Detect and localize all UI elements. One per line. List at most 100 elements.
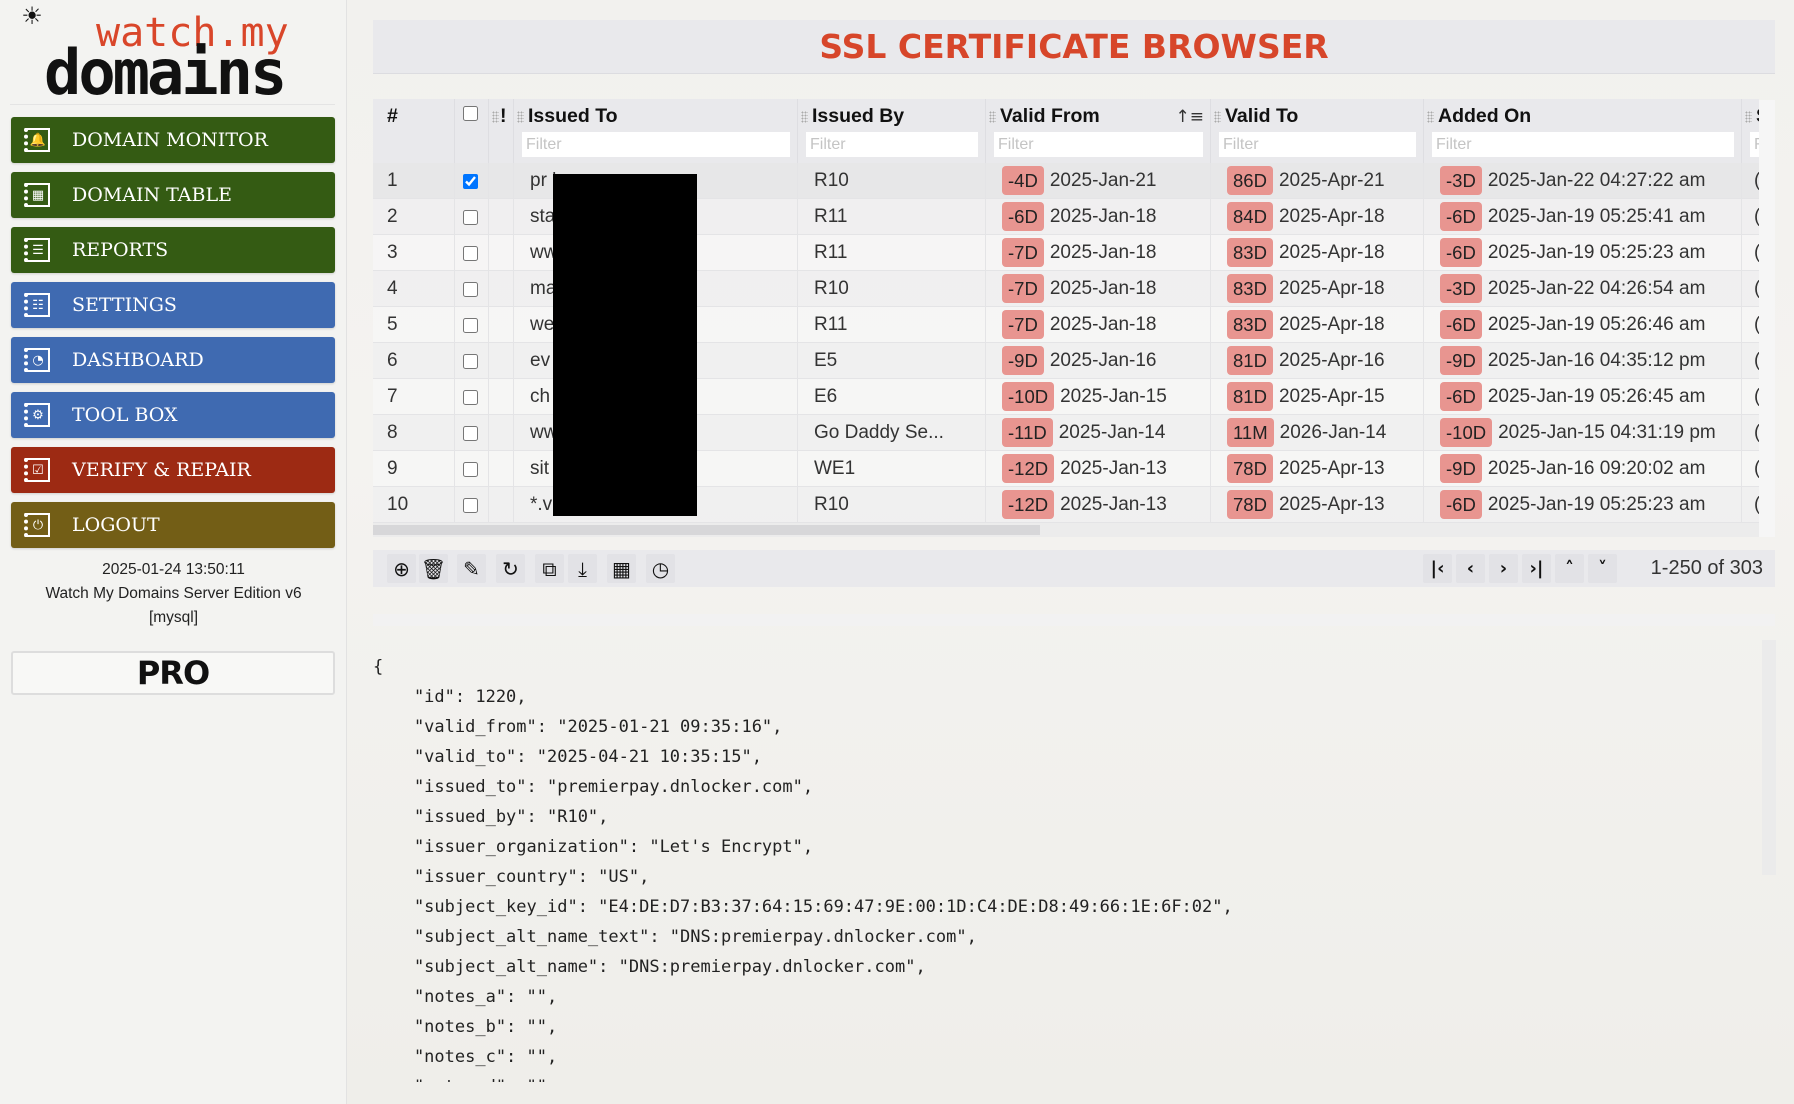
cell-valid-from[interactable]: -4D 2025-Jan-21 <box>986 163 1211 199</box>
theme-toggle-icon[interactable]: ☀ <box>18 2 46 30</box>
column-header-added-on[interactable]: Added On <box>1424 99 1742 163</box>
column-header-issued-by[interactable]: Issued By <box>798 99 986 163</box>
filter-input-more[interactable] <box>1750 132 1759 157</box>
cell-added-on[interactable]: -6D 2025-Jan-19 05:26:46 am <box>1424 307 1742 343</box>
column-header-more[interactable]: S <box>1742 99 1759 163</box>
cell-added-on[interactable]: -6D 2025-Jan-19 05:26:45 am <box>1424 379 1742 415</box>
cell-valid-to[interactable]: 78D 2025-Apr-13 <box>1211 451 1424 487</box>
sidebar-item-logout[interactable]: ⏻ LOGOUT <box>11 502 335 548</box>
row-checkbox[interactable] <box>463 246 478 261</box>
cell-more[interactable]: ( <box>1742 415 1759 451</box>
column-header-issued-to[interactable]: Issued To <box>514 99 798 163</box>
row-checkbox[interactable] <box>463 210 478 225</box>
drag-handle-icon[interactable] <box>1427 111 1434 123</box>
cell-more[interactable]: ( <box>1742 451 1759 487</box>
filter-input-issued-to[interactable] <box>522 132 790 157</box>
cell-added-on[interactable]: -9D 2025-Jan-16 04:35:12 pm <box>1424 343 1742 379</box>
drag-handle-icon[interactable] <box>1214 111 1221 123</box>
sidebar-item-tool-box[interactable]: ⚙ TOOL BOX <box>11 392 335 438</box>
drag-handle-icon[interactable] <box>1745 111 1752 123</box>
cell-valid-to[interactable]: 83D 2025-Apr-18 <box>1211 271 1424 307</box>
cell-valid-to[interactable]: 86D 2025-Apr-21 <box>1211 163 1424 199</box>
cell-added-on[interactable]: -6D 2025-Jan-19 05:25:41 am <box>1424 199 1742 235</box>
drag-handle-icon[interactable] <box>492 111 499 123</box>
prev-page-button[interactable]: ‹ <box>1456 554 1485 583</box>
row-checkbox[interactable] <box>463 318 478 333</box>
cell-valid-to[interactable]: 81D 2025-Apr-16 <box>1211 343 1424 379</box>
sidebar-item-domain-monitor[interactable]: 🔔 DOMAIN MONITOR <box>11 117 335 163</box>
column-header-flag[interactable]: ! <box>489 99 514 163</box>
cell-valid-from[interactable]: -7D 2025-Jan-18 <box>986 307 1211 343</box>
cell-valid-to[interactable]: 78D 2025-Apr-13 <box>1211 487 1424 523</box>
column-header-num[interactable]: # <box>373 99 455 163</box>
filter-input-valid-from[interactable] <box>994 132 1203 157</box>
cell-issued-by[interactable]: R11 <box>798 199 986 235</box>
cell-valid-to[interactable]: 83D 2025-Apr-18 <box>1211 235 1424 271</box>
cell-valid-to[interactable]: 84D 2025-Apr-18 <box>1211 199 1424 235</box>
grid-vertical-scrollbar[interactable] <box>1759 100 1775 537</box>
sidebar-item-reports[interactable]: ☰ REPORTS <box>11 227 335 273</box>
refresh-button[interactable]: ↻ <box>496 554 525 583</box>
cell-issued-by[interactable]: R10 <box>798 163 986 199</box>
cell-valid-from[interactable]: -6D 2025-Jan-18 <box>986 199 1211 235</box>
cell-added-on[interactable]: -3D 2025-Jan-22 04:27:22 am <box>1424 163 1742 199</box>
cell-more[interactable]: ( <box>1742 271 1759 307</box>
cell-valid-from[interactable]: -11D 2025-Jan-14 <box>986 415 1211 451</box>
cell-more[interactable]: ( <box>1742 487 1759 523</box>
history-button[interactable]: ◷ <box>646 554 675 583</box>
cell-issued-by[interactable]: R10 <box>798 487 986 523</box>
scroll-up-button[interactable]: ˄ <box>1555 554 1584 583</box>
add-button[interactable]: ⊕ <box>387 554 416 583</box>
cell-valid-from[interactable]: -12D 2025-Jan-13 <box>986 487 1211 523</box>
filter-input-valid-to[interactable] <box>1219 132 1416 157</box>
scrollbar-thumb[interactable] <box>373 525 1040 535</box>
cell-more[interactable]: ( <box>1742 199 1759 235</box>
cell-added-on[interactable]: -6D 2025-Jan-19 05:25:23 am <box>1424 235 1742 271</box>
cell-issued-by[interactable]: E5 <box>798 343 986 379</box>
detail-scrollbar[interactable] <box>1762 640 1776 875</box>
sidebar-item-settings[interactable]: ☷ SETTINGS <box>11 282 335 328</box>
column-header-valid-from[interactable]: Valid From ↑≡ <box>986 99 1211 163</box>
cell-more[interactable]: ( <box>1742 235 1759 271</box>
copy-button[interactable]: ⧉ <box>535 554 564 583</box>
cell-issued-by[interactable]: R11 <box>798 307 986 343</box>
cell-added-on[interactable]: -10D 2025-Jan-15 04:31:19 pm <box>1424 415 1742 451</box>
sidebar-item-dashboard[interactable]: ◔ DASHBOARD <box>11 337 335 383</box>
delete-button[interactable]: 🗑 <box>419 554 448 583</box>
drag-handle-icon[interactable] <box>517 111 524 123</box>
cell-more[interactable]: ( <box>1742 379 1759 415</box>
sidebar-item-domain-table[interactable]: ▦ DOMAIN TABLE <box>11 172 335 218</box>
row-checkbox[interactable] <box>463 390 478 405</box>
cell-valid-to[interactable]: 11M 2026-Jan-14 <box>1211 415 1424 451</box>
cell-valid-from[interactable]: -12D 2025-Jan-13 <box>986 451 1211 487</box>
cell-valid-from[interactable]: -10D 2025-Jan-15 <box>986 379 1211 415</box>
cell-issued-by[interactable]: E6 <box>798 379 986 415</box>
cell-more[interactable]: ( <box>1742 163 1759 199</box>
cell-issued-by[interactable]: R11 <box>798 235 986 271</box>
filter-input-issued-by[interactable] <box>806 132 978 157</box>
row-checkbox[interactable] <box>463 498 478 513</box>
row-checkbox[interactable] <box>463 282 478 297</box>
row-checkbox[interactable] <box>463 354 478 369</box>
sidebar-item-verify-repair[interactable]: ☑ VERIFY & REPAIR <box>11 447 335 493</box>
filter-input-added-on[interactable] <box>1432 132 1734 157</box>
logo[interactable]: watch.my domains <box>44 8 304 109</box>
cell-valid-from[interactable]: -9D 2025-Jan-16 <box>986 343 1211 379</box>
cell-issued-by[interactable]: WE1 <box>798 451 986 487</box>
pro-badge-button[interactable]: PRO <box>11 651 335 695</box>
cell-issued-by[interactable]: R10 <box>798 271 986 307</box>
scroll-down-button[interactable]: ˅ <box>1588 554 1617 583</box>
cell-added-on[interactable]: -3D 2025-Jan-22 04:26:54 am <box>1424 271 1742 307</box>
drag-handle-icon[interactable] <box>801 111 808 123</box>
column-header-select[interactable] <box>455 99 489 163</box>
cell-added-on[interactable]: -9D 2025-Jan-16 09:20:02 am <box>1424 451 1742 487</box>
edit-button[interactable]: ✎ <box>457 554 486 583</box>
download-button[interactable]: ⤓ <box>568 554 597 583</box>
cell-valid-to[interactable]: 83D 2025-Apr-18 <box>1211 307 1424 343</box>
first-page-button[interactable]: |‹ <box>1423 554 1452 583</box>
cell-issued-by[interactable]: Go Daddy Se... <box>798 415 986 451</box>
columns-settings-button[interactable]: ▦ <box>607 554 636 583</box>
next-page-button[interactable]: › <box>1489 554 1518 583</box>
cell-more[interactable]: ( <box>1742 343 1759 379</box>
cell-added-on[interactable]: -6D 2025-Jan-19 05:25:23 am <box>1424 487 1742 523</box>
